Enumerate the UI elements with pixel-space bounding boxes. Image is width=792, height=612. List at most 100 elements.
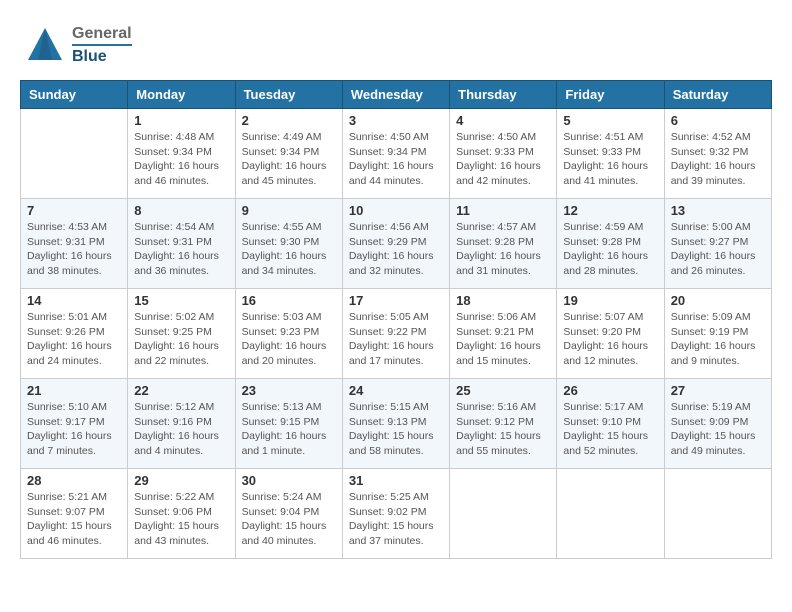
- weekday-header-sunday: Sunday: [21, 81, 128, 109]
- header: General Blue: [20, 20, 772, 70]
- logo-icon: [20, 20, 70, 70]
- weekday-header-wednesday: Wednesday: [342, 81, 449, 109]
- weekday-header-saturday: Saturday: [664, 81, 771, 109]
- calendar-cell: [557, 469, 664, 559]
- calendar-cell: 27 Sunrise: 5:19 AM Sunset: 9:09 PM Dayli…: [664, 379, 771, 469]
- calendar-cell: [664, 469, 771, 559]
- day-info: Sunrise: 4:54 AM Sunset: 9:31 PM Dayligh…: [134, 220, 228, 279]
- day-number: 11: [456, 203, 550, 218]
- day-info: Sunrise: 4:53 AM Sunset: 9:31 PM Dayligh…: [27, 220, 121, 279]
- day-info: Sunrise: 4:52 AM Sunset: 9:32 PM Dayligh…: [671, 130, 765, 189]
- day-number: 25: [456, 383, 550, 398]
- day-info: Sunrise: 5:09 AM Sunset: 9:19 PM Dayligh…: [671, 310, 765, 369]
- calendar-cell: 20 Sunrise: 5:09 AM Sunset: 9:19 PM Dayli…: [664, 289, 771, 379]
- weekday-row: SundayMondayTuesdayWednesdayThursdayFrid…: [21, 81, 772, 109]
- day-info: Sunrise: 5:22 AM Sunset: 9:06 PM Dayligh…: [134, 490, 228, 549]
- day-number: 23: [242, 383, 336, 398]
- calendar-cell: 24 Sunrise: 5:15 AM Sunset: 9:13 PM Dayli…: [342, 379, 449, 469]
- day-info: Sunrise: 4:48 AM Sunset: 9:34 PM Dayligh…: [134, 130, 228, 189]
- day-info: Sunrise: 5:15 AM Sunset: 9:13 PM Dayligh…: [349, 400, 443, 459]
- calendar-cell: 7Sunrise: 4:53 AM Sunset: 9:31 PM Daylig…: [21, 199, 128, 289]
- day-info: Sunrise: 4:55 AM Sunset: 9:30 PM Dayligh…: [242, 220, 336, 279]
- calendar-cell: 18 Sunrise: 5:06 AM Sunset: 9:21 PM Dayli…: [450, 289, 557, 379]
- week-row-3: 14Sunrise: 5:01 AM Sunset: 9:26 PM Dayli…: [21, 289, 772, 379]
- day-number: 2: [242, 113, 336, 128]
- calendar-cell: 29Sunrise: 5:22 AM Sunset: 9:06 PM Dayli…: [128, 469, 235, 559]
- day-number: 22: [134, 383, 228, 398]
- logo-text-general: General: [72, 24, 132, 43]
- calendar-cell: 11 Sunrise: 4:57 AM Sunset: 9:28 PM Dayli…: [450, 199, 557, 289]
- calendar-cell: 6 Sunrise: 4:52 AM Sunset: 9:32 PM Daylig…: [664, 109, 771, 199]
- calendar-cell: 8 Sunrise: 4:54 AM Sunset: 9:31 PM Daylig…: [128, 199, 235, 289]
- calendar-cell: 23Sunrise: 5:13 AM Sunset: 9:15 PM Dayli…: [235, 379, 342, 469]
- calendar-cell: 26Sunrise: 5:17 AM Sunset: 9:10 PM Dayli…: [557, 379, 664, 469]
- calendar-cell: [450, 469, 557, 559]
- calendar-cell: 2Sunrise: 4:49 AM Sunset: 9:34 PM Daylig…: [235, 109, 342, 199]
- calendar-body: 1 Sunrise: 4:48 AM Sunset: 9:34 PM Daylig…: [21, 109, 772, 559]
- day-info: Sunrise: 5:16 AM Sunset: 9:12 PM Dayligh…: [456, 400, 550, 459]
- day-number: 10: [349, 203, 443, 218]
- calendar-cell: 22 Sunrise: 5:12 AM Sunset: 9:16 PM Dayli…: [128, 379, 235, 469]
- day-info: Sunrise: 5:10 AM Sunset: 9:17 PM Dayligh…: [27, 400, 121, 459]
- day-info: Sunrise: 5:21 AM Sunset: 9:07 PM Dayligh…: [27, 490, 121, 549]
- day-number: 16: [242, 293, 336, 308]
- day-info: Sunrise: 4:50 AM Sunset: 9:33 PM Dayligh…: [456, 130, 550, 189]
- calendar-cell: 30 Sunrise: 5:24 AM Sunset: 9:04 PM Dayli…: [235, 469, 342, 559]
- day-info: Sunrise: 5:24 AM Sunset: 9:04 PM Dayligh…: [242, 490, 336, 549]
- logo: General Blue: [20, 20, 132, 70]
- day-info: Sunrise: 4:57 AM Sunset: 9:28 PM Dayligh…: [456, 220, 550, 279]
- calendar-cell: 14Sunrise: 5:01 AM Sunset: 9:26 PM Dayli…: [21, 289, 128, 379]
- calendar-cell: 28 Sunrise: 5:21 AM Sunset: 9:07 PM Dayli…: [21, 469, 128, 559]
- calendar-cell: 31 Sunrise: 5:25 AM Sunset: 9:02 PM Dayli…: [342, 469, 449, 559]
- week-row-5: 28 Sunrise: 5:21 AM Sunset: 9:07 PM Dayli…: [21, 469, 772, 559]
- week-row-2: 7Sunrise: 4:53 AM Sunset: 9:31 PM Daylig…: [21, 199, 772, 289]
- day-number: 30: [242, 473, 336, 488]
- calendar-cell: 10 Sunrise: 4:56 AM Sunset: 9:29 PM Dayli…: [342, 199, 449, 289]
- weekday-header-thursday: Thursday: [450, 81, 557, 109]
- day-number: 24: [349, 383, 443, 398]
- calendar-header: SundayMondayTuesdayWednesdayThursdayFrid…: [21, 81, 772, 109]
- day-info: Sunrise: 5:17 AM Sunset: 9:10 PM Dayligh…: [563, 400, 657, 459]
- calendar-cell: 5Sunrise: 4:51 AM Sunset: 9:33 PM Daylig…: [557, 109, 664, 199]
- calendar-cell: [21, 109, 128, 199]
- day-number: 9: [242, 203, 336, 218]
- day-info: Sunrise: 5:12 AM Sunset: 9:16 PM Dayligh…: [134, 400, 228, 459]
- logo-text-blue: Blue: [72, 44, 132, 66]
- week-row-1: 1 Sunrise: 4:48 AM Sunset: 9:34 PM Daylig…: [21, 109, 772, 199]
- day-info: Sunrise: 4:59 AM Sunset: 9:28 PM Dayligh…: [563, 220, 657, 279]
- calendar-cell: 1 Sunrise: 4:48 AM Sunset: 9:34 PM Daylig…: [128, 109, 235, 199]
- calendar-cell: 16 Sunrise: 5:03 AM Sunset: 9:23 PM Dayli…: [235, 289, 342, 379]
- day-info: Sunrise: 4:50 AM Sunset: 9:34 PM Dayligh…: [349, 130, 443, 189]
- day-info: Sunrise: 5:00 AM Sunset: 9:27 PM Dayligh…: [671, 220, 765, 279]
- weekday-header-friday: Friday: [557, 81, 664, 109]
- calendar-cell: 21 Sunrise: 5:10 AM Sunset: 9:17 PM Dayli…: [21, 379, 128, 469]
- day-info: Sunrise: 5:02 AM Sunset: 9:25 PM Dayligh…: [134, 310, 228, 369]
- day-number: 4: [456, 113, 550, 128]
- day-info: Sunrise: 5:06 AM Sunset: 9:21 PM Dayligh…: [456, 310, 550, 369]
- day-number: 31: [349, 473, 443, 488]
- day-number: 6: [671, 113, 765, 128]
- day-number: 21: [27, 383, 121, 398]
- day-info: Sunrise: 5:03 AM Sunset: 9:23 PM Dayligh…: [242, 310, 336, 369]
- day-number: 8: [134, 203, 228, 218]
- day-number: 12: [563, 203, 657, 218]
- day-number: 17: [349, 293, 443, 308]
- day-number: 18: [456, 293, 550, 308]
- day-info: Sunrise: 4:56 AM Sunset: 9:29 PM Dayligh…: [349, 220, 443, 279]
- weekday-header-tuesday: Tuesday: [235, 81, 342, 109]
- day-info: Sunrise: 5:25 AM Sunset: 9:02 PM Dayligh…: [349, 490, 443, 549]
- day-number: 13: [671, 203, 765, 218]
- calendar-cell: 17Sunrise: 5:05 AM Sunset: 9:22 PM Dayli…: [342, 289, 449, 379]
- day-number: 1: [134, 113, 228, 128]
- day-number: 15: [134, 293, 228, 308]
- day-number: 28: [27, 473, 121, 488]
- weekday-header-monday: Monday: [128, 81, 235, 109]
- calendar-cell: 25 Sunrise: 5:16 AM Sunset: 9:12 PM Dayli…: [450, 379, 557, 469]
- day-number: 3: [349, 113, 443, 128]
- day-number: 14: [27, 293, 121, 308]
- day-info: Sunrise: 5:19 AM Sunset: 9:09 PM Dayligh…: [671, 400, 765, 459]
- calendar-cell: 3 Sunrise: 4:50 AM Sunset: 9:34 PM Daylig…: [342, 109, 449, 199]
- day-info: Sunrise: 4:51 AM Sunset: 9:33 PM Dayligh…: [563, 130, 657, 189]
- day-number: 27: [671, 383, 765, 398]
- day-number: 20: [671, 293, 765, 308]
